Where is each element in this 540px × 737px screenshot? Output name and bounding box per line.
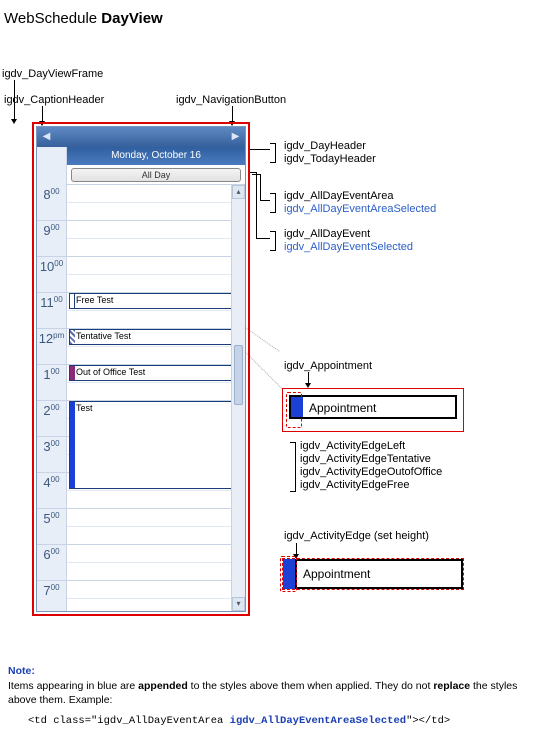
label-edge-free: igdv_ActivityEdgeFree: [300, 479, 409, 491]
hour-label: 700: [37, 581, 66, 611]
appointment-oof[interactable]: Out of Office Test: [69, 365, 243, 381]
label-dayheader: igdv_DayHeader: [284, 140, 366, 152]
leader: [42, 106, 43, 122]
callout-inner: Appointment: [295, 559, 463, 589]
bracket: [270, 193, 276, 213]
label-frame: igdv_DayViewFrame: [2, 68, 103, 80]
hour-label: 500: [37, 509, 66, 545]
leader: [232, 106, 233, 122]
edge-oof: [70, 366, 75, 380]
hour-label: 800: [37, 185, 66, 221]
nav-prev-button[interactable]: ◀: [41, 131, 52, 142]
callout-activity-edge: Appointment: [282, 558, 464, 590]
allday-event[interactable]: All Day: [71, 168, 241, 182]
time-grid[interactable]: Free Test Tentative Test Out of Office T…: [67, 185, 245, 611]
hour-label: 200: [37, 401, 66, 437]
appointment-label: Free Test: [76, 295, 113, 305]
leader: [250, 149, 270, 150]
hour-label: 1100: [37, 293, 66, 329]
hour-label: 300: [37, 437, 66, 473]
title-pre: WebSchedule: [4, 10, 101, 27]
scroll-thumb[interactable]: [234, 345, 243, 405]
hour-gutter: 800 900 1000 1100 12pm 100 200 300 400 5…: [37, 185, 67, 611]
bracket: [270, 143, 276, 163]
label-edge-left: igdv_ActivityEdgeLeft: [300, 440, 405, 452]
label-alldayevent: igdv_AllDayEvent: [284, 228, 370, 240]
hour-label: 100: [37, 365, 66, 401]
scroll-down-button[interactable]: ▾: [232, 597, 245, 611]
callout-inner: Appointment: [289, 395, 457, 419]
appointment-label: Out of Office Test: [76, 367, 145, 377]
leader: [256, 238, 270, 239]
callout-text: Appointment: [309, 401, 376, 415]
allday-area[interactable]: All Day: [67, 165, 245, 185]
note-section: Note: Items appearing in blue are append…: [8, 664, 518, 729]
label-edge-tent: igdv_ActivityEdgeTentative: [300, 453, 431, 465]
appointment-tentative[interactable]: Tentative Test: [69, 329, 243, 345]
appointment-label: Test: [76, 403, 93, 413]
caption-header: ◀ ▶: [37, 127, 245, 147]
label-appointment: igdv_Appointment: [284, 360, 372, 372]
hour-label: 400: [37, 473, 66, 509]
label-todayheader: igdv_TodayHeader: [284, 153, 376, 165]
nav-next-button[interactable]: ▶: [230, 131, 241, 142]
bracket: [290, 442, 296, 492]
leader: [256, 172, 257, 238]
leader: [260, 200, 270, 201]
gutter: [37, 147, 67, 165]
scrollbar[interactable]: ▴ ▾: [231, 185, 245, 611]
label-nav: igdv_NavigationButton: [176, 94, 286, 106]
label-alldayarea: igdv_AllDayEventArea: [284, 190, 393, 202]
label-caption: igdv_CaptionHeader: [4, 94, 104, 106]
label-edge-oof: igdv_ActivityEdgeOutofOffice: [300, 466, 442, 478]
arrow-icon: [11, 119, 17, 124]
note-code: <td class="igdv_AllDayEventArea igdv_All…: [28, 714, 518, 729]
pointer-edge-height: [280, 556, 297, 592]
note-bold: appended: [138, 680, 188, 692]
callout-appointment: Appointment: [282, 388, 464, 432]
dayview-body: 800 900 1000 1100 12pm 100 200 300 400 5…: [37, 185, 245, 611]
leader: [260, 174, 261, 200]
label-alldayevent-sel: igdv_AllDayEventSelected: [284, 241, 413, 253]
hour-label: 12pm: [37, 329, 66, 365]
hour-label: 1000: [37, 257, 66, 293]
note-heading: Note:: [8, 665, 35, 677]
edge-tentative: [70, 330, 75, 344]
hour-label: 600: [37, 545, 66, 581]
day-header-row: Monday, October 16: [37, 147, 245, 165]
dayview-widget: ◀ ▶ Monday, October 16 All Day 800 900 1…: [36, 126, 246, 612]
page-title: WebSchedule DayView: [4, 10, 163, 27]
allday-row: All Day: [37, 165, 245, 185]
callout-text: Appointment: [303, 567, 370, 581]
appointment-free[interactable]: Free Test: [69, 293, 243, 309]
scroll-up-button[interactable]: ▴: [232, 185, 245, 199]
pointer-edge-left: [286, 392, 302, 428]
hour-label: 900: [37, 221, 66, 257]
day-header[interactable]: Monday, October 16: [67, 147, 245, 165]
edge-free: [70, 294, 75, 308]
gutter: [37, 165, 67, 185]
note-text: to the styles above them when applied. T…: [188, 680, 434, 692]
appointment-busy[interactable]: Test: [69, 401, 243, 489]
label-activity-edge: igdv_ActivityEdge (set height): [284, 530, 429, 542]
edge-busy: [70, 402, 75, 488]
note-text: Items appearing in blue are: [8, 680, 138, 692]
bracket: [270, 231, 276, 251]
title-bold: DayView: [101, 10, 162, 27]
appointment-label: Tentative Test: [76, 331, 131, 341]
note-bold: replace: [433, 680, 470, 692]
label-alldayarea-sel: igdv_AllDayEventAreaSelected: [284, 203, 436, 215]
